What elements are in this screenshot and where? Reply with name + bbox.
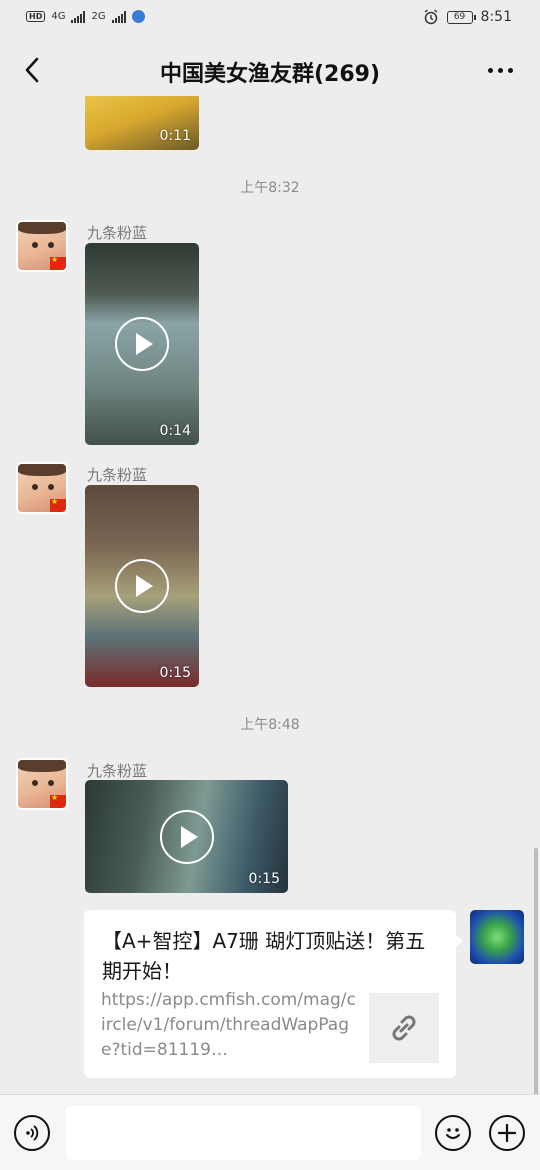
signal-icon (71, 10, 86, 23)
more-dot (497, 67, 503, 73)
input-bar (0, 1094, 540, 1170)
sender-name: 九条粉蓝 (87, 224, 148, 242)
emoji-button[interactable] (435, 1115, 471, 1151)
play-icon (115, 317, 169, 371)
link-card-thumbnail (369, 993, 439, 1063)
status-left: HD 4G 2G (26, 10, 145, 23)
play-icon (159, 809, 214, 864)
network-4g-label: 4G (51, 11, 66, 22)
more-dots-icon (487, 67, 493, 73)
my-avatar[interactable] (470, 910, 524, 964)
video-message[interactable]: 0:14 (85, 243, 199, 445)
avatar-eye (32, 484, 38, 490)
link-card[interactable]: 【A+智控】A7珊 瑚灯顶贴送！第五期开始！ https://app.cmfis… (84, 910, 463, 1078)
link-card-title: 【A+智控】A7珊 瑚灯顶贴送！第五期开始！ (102, 929, 426, 983)
signal-icon-2 (111, 10, 126, 23)
more-dot (507, 67, 513, 73)
battery-icon: 69 (446, 10, 476, 24)
timestamp: 上午8:32 (240, 180, 300, 196)
sender-name: 九条粉蓝 (87, 762, 148, 780)
network-2g-label: 2G (91, 11, 106, 22)
avatar[interactable] (16, 758, 68, 810)
scrollbar[interactable] (534, 848, 538, 1096)
status-bar: HD 4G 2G 69 8:51 (0, 0, 540, 38)
avatar[interactable] (16, 220, 68, 272)
status-right: 69 8:51 (423, 9, 512, 25)
link-card-url: https://app.cmfish.com/mag/circle/v1/for… (101, 990, 356, 1060)
avatar-hair (18, 760, 66, 772)
chevron-left-icon (25, 57, 39, 83)
avatar-eye (48, 484, 54, 490)
bubble-arrow (455, 934, 463, 948)
globe-icon (131, 10, 145, 23)
alarm-icon (424, 9, 437, 25)
video-message[interactable]: 0:15 (85, 485, 199, 687)
avatar-eye (48, 242, 54, 248)
flag-icon (50, 793, 66, 808)
clock-time: 8:51 (480, 9, 512, 25)
hd-badge: HD (26, 11, 46, 22)
message-input[interactable] (66, 1106, 421, 1160)
nav-bar: 中国美女渔友群(269) (0, 38, 540, 102)
avatar[interactable] (16, 462, 68, 514)
video-duration: 0:14 (159, 423, 191, 439)
flag-icon (50, 255, 66, 270)
flag-icon (50, 497, 66, 512)
video-duration: 0:11 (159, 128, 191, 144)
link-icon (392, 1015, 416, 1041)
chat-title: 中国美女渔友群(269) (159, 62, 381, 87)
avatar-eye (32, 780, 38, 786)
plus-icon (497, 1123, 517, 1143)
play-icon (115, 559, 169, 613)
more-button[interactable] (480, 54, 520, 86)
voice-icon (26, 1125, 39, 1141)
back-button[interactable] (14, 52, 50, 88)
emoji-icon (446, 1128, 460, 1139)
video-message[interactable]: 0:15 (85, 780, 288, 893)
avatar-eye (32, 242, 38, 248)
video-message-top[interactable]: 0:11 (85, 96, 199, 150)
sender-name: 九条粉蓝 (87, 466, 148, 484)
avatar-eye (48, 780, 54, 786)
avatar-hair (18, 464, 66, 476)
video-duration: 0:15 (248, 871, 280, 887)
avatar-hair (18, 222, 66, 234)
timestamp: 上午8:48 (240, 717, 300, 733)
plus-button[interactable] (489, 1115, 525, 1151)
video-duration: 0:15 (159, 665, 191, 681)
voice-button[interactable] (14, 1115, 50, 1151)
